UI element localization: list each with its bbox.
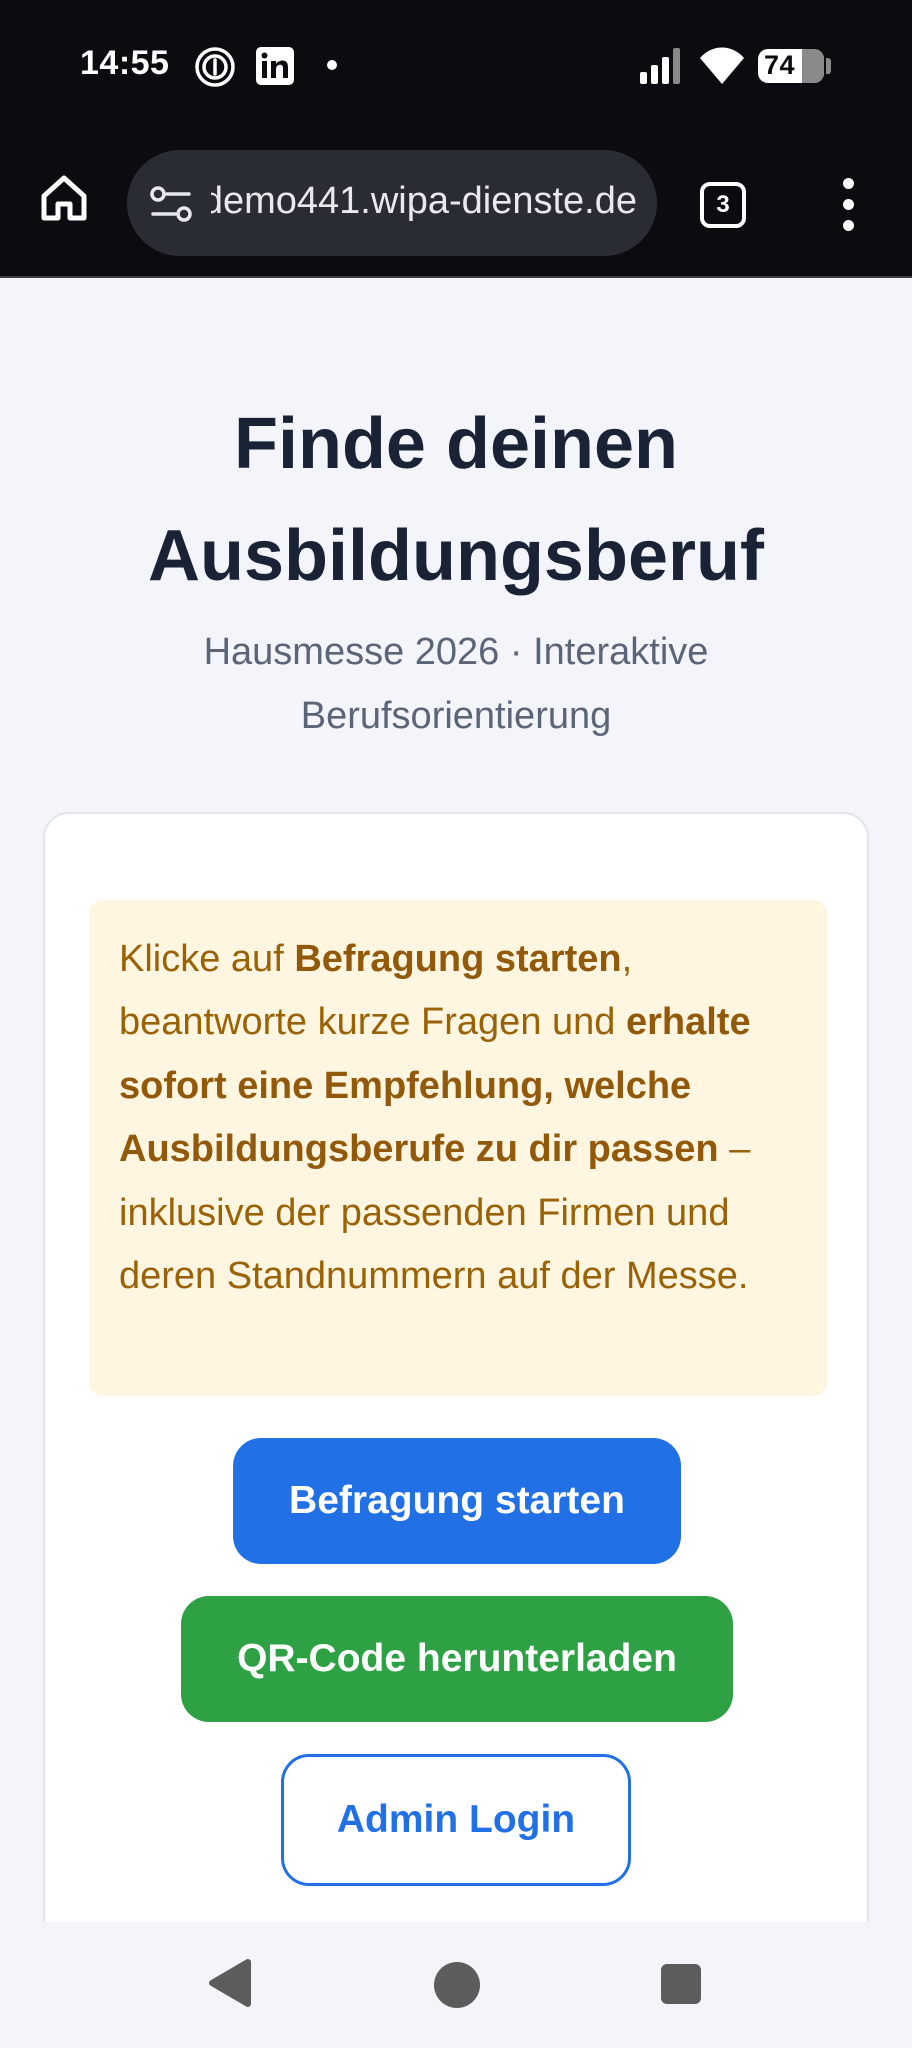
info-text-1: Klicke auf (119, 938, 295, 980)
battery-level: 74 (764, 50, 796, 80)
tabs-button[interactable]: 3 (700, 182, 746, 228)
download-qr-button[interactable]: QR-Code herunterladen (181, 1596, 733, 1722)
wifi-icon (700, 47, 744, 84)
start-survey-button[interactable]: Befragung starten (233, 1438, 681, 1564)
page-title: Finde deinen Ausbildungsberuf (148, 404, 764, 596)
admin-login-button[interactable]: Admin Login (281, 1754, 631, 1886)
toolbar-divider (0, 276, 912, 278)
signal-icon (640, 48, 680, 84)
notification-dot-icon (327, 60, 337, 70)
status-bar: 14:55 74 (0, 0, 912, 134)
recents-icon[interactable] (661, 1964, 701, 2004)
linkedin-icon (256, 47, 294, 85)
battery-icon: 74 (758, 49, 824, 83)
battery-tip (826, 58, 831, 74)
info-bold-1: Befragung starten (294, 938, 622, 980)
more-vert-icon[interactable] (836, 178, 860, 232)
status-time: 14:55 (80, 44, 170, 82)
page-subtitle: Hausmesse 2026 · Interaktive Berufsorien… (203, 631, 709, 737)
home-icon[interactable] (36, 170, 92, 226)
url-text[interactable]: demo441.wipa-dienste.de (211, 180, 637, 228)
back-icon[interactable] (208, 1958, 252, 2008)
home-nav-icon[interactable] (434, 1962, 480, 2008)
browser-toolbar: demo441.wipa-dienste.de 3 (0, 134, 912, 276)
info-box: Klicke auf Befragung starten, beantworte… (89, 900, 827, 1396)
main-card: Klicke auf Befragung starten, beantworte… (43, 812, 869, 2048)
tab-count: 3 (716, 191, 730, 218)
fingerprint-icon (195, 47, 235, 87)
system-nav-bar (0, 1922, 912, 2048)
site-settings-icon[interactable] (149, 184, 193, 224)
address-bar[interactable]: demo441.wipa-dienste.de (127, 150, 657, 256)
